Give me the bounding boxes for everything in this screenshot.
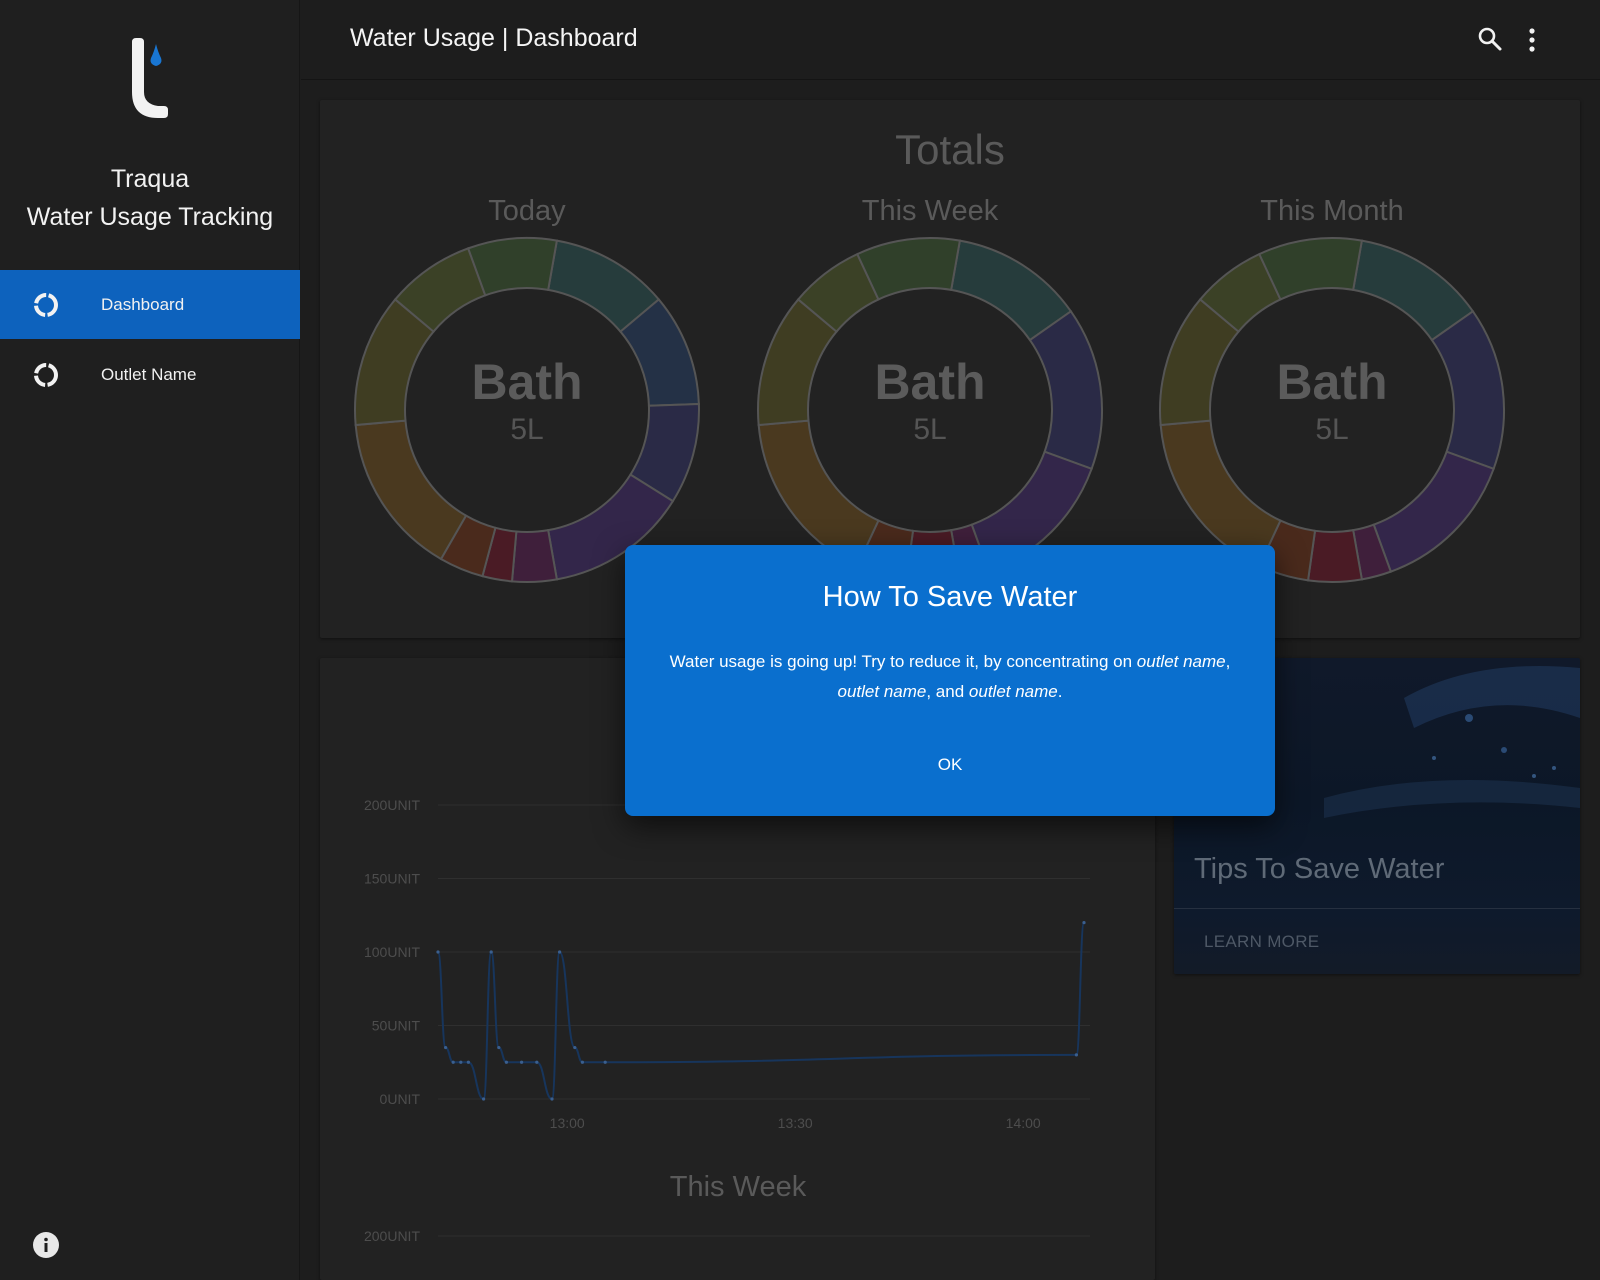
separator: , and (926, 682, 969, 701)
outlet-name: outlet name (968, 682, 1058, 701)
outlet-name: outlet name (1136, 652, 1226, 671)
dialog-body-text: Water usage is going up! Try to reduce i… (669, 652, 1137, 671)
separator: . (1057, 682, 1063, 701)
save-water-dialog: How To Save Water Water usage is going u… (625, 545, 1275, 816)
ok-button[interactable]: OK (900, 745, 1000, 785)
outlet-name: outlet name (837, 682, 927, 701)
separator: , (1225, 652, 1231, 671)
dialog-body: Water usage is going up! Try to reduce i… (655, 647, 1245, 707)
dialog-title: How To Save Water (822, 581, 1078, 613)
